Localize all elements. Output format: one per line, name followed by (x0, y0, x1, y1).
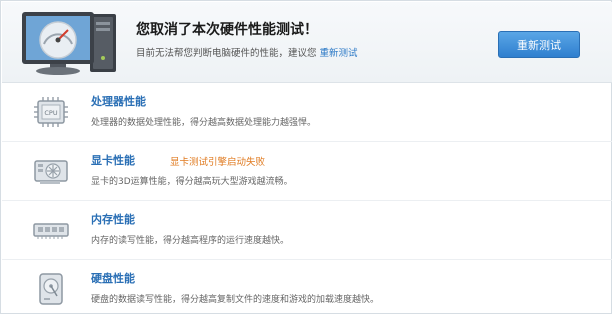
list-item-hard-disk: 硬盘性能 硬盘的数据读写性能，得分越高复制文件的速度和游戏的加载速度越快。 (2, 260, 612, 318)
computer-gauge-icon (22, 12, 116, 75)
svg-text:CPU: CPU (44, 109, 57, 117)
item-name: 显卡性能 (91, 154, 135, 167)
item-description: 显卡的3D运算性能，得分越高玩大型游戏越流畅。 (91, 177, 293, 187)
list-item-cpu: CPU 处理器性能 处理器的数据处理性能，得分越高数据处理能力越强悍。 (2, 83, 612, 142)
item-description: 内存的读写性能，得分越高程序的运行速度越快。 (91, 236, 290, 246)
item-name: 内存性能 (91, 213, 135, 226)
warning-text: 显卡测试引擎启动失败 (170, 157, 266, 168)
retest-link[interactable]: 重新测试 (320, 48, 358, 59)
result-header: 您取消了本次硬件性能测试！ 目前无法帮您判断电脑硬件的性能，建议您 重新测试 重… (2, 2, 612, 83)
subtitle: 目前无法帮您判断电脑硬件的性能，建议您 重新测试 (136, 45, 358, 59)
benchmark-panel: 您取消了本次硬件性能测试！ 目前无法帮您判断电脑硬件的性能，建议您 重新测试 重… (0, 0, 612, 314)
hard-disk-icon (39, 273, 63, 305)
list-item-graphics: 显卡性能 显卡测试引擎启动失败 显卡的3D运算性能，得分越高玩大型游戏越流畅。 (2, 142, 612, 201)
cpu-icon: CPU (34, 97, 68, 127)
subtitle-text: 目前无法帮您判断电脑硬件的性能，建议您 (136, 48, 317, 59)
item-name: 硬盘性能 (91, 272, 135, 285)
item-name: 处理器性能 (91, 95, 146, 108)
memory-icon (33, 223, 69, 239)
retest-button[interactable]: 重新测试 (498, 31, 580, 58)
item-description: 硬盘的数据读写性能，得分越高复制文件的速度和游戏的加载速度越快。 (91, 295, 380, 305)
item-description: 处理器的数据处理性能，得分越高数据处理能力越强悍。 (91, 118, 317, 128)
list-item-memory: 内存性能 内存的读写性能，得分越高程序的运行速度越快。 (2, 201, 612, 260)
page-title: 您取消了本次硬件性能测试！ (136, 22, 318, 38)
graphics-card-icon (34, 160, 68, 184)
